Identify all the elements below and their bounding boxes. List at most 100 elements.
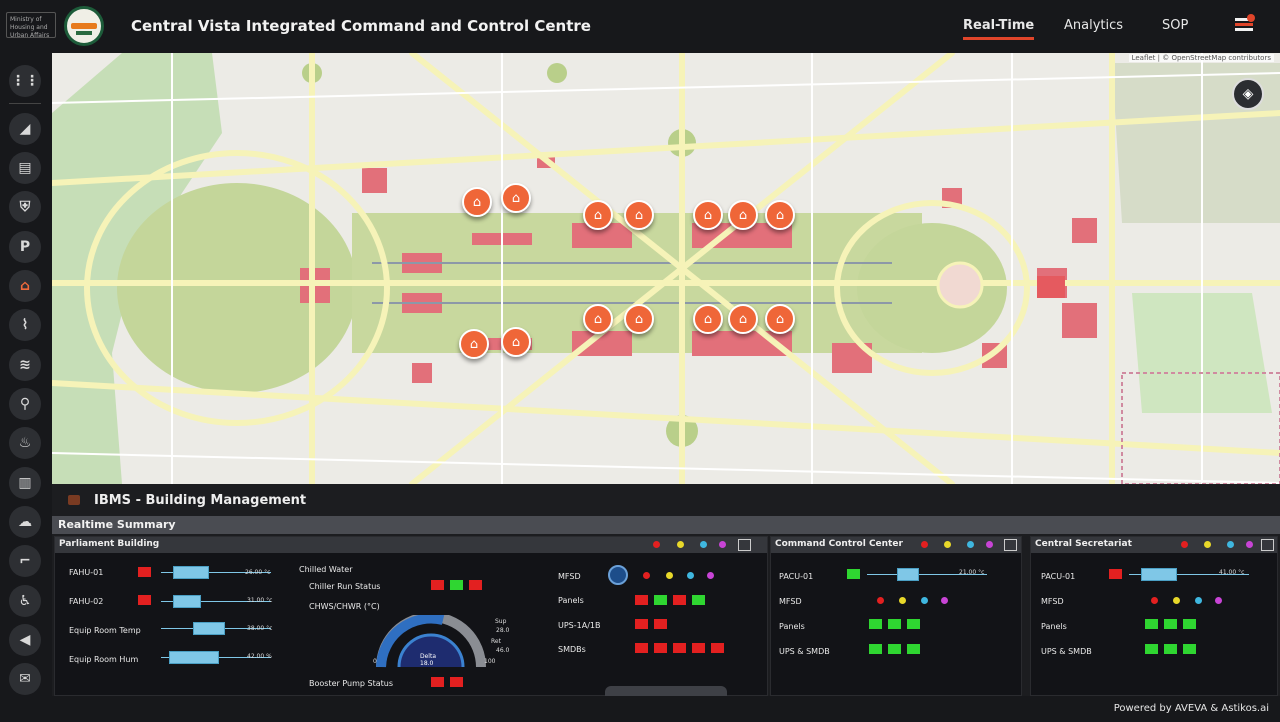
gauge-center-value: 18.0 — [420, 660, 434, 667]
booster-pump-label: Booster Pump Status — [309, 679, 393, 688]
expand-icon[interactable] — [1004, 539, 1017, 551]
building-pin[interactable]: ⌂ — [728, 304, 758, 334]
accessibility-icon[interactable]: ♿ — [9, 585, 41, 617]
lift-icon[interactable]: ⚲ — [9, 388, 41, 420]
building-pin[interactable]: ⌂ — [462, 187, 492, 217]
building-pin[interactable]: ⌂ — [583, 304, 613, 334]
ups-label: UPS & SMDB — [1041, 647, 1092, 656]
parks-icon[interactable]: ♨ — [9, 427, 41, 459]
chiller-status — [469, 580, 482, 590]
smdb-status — [673, 643, 686, 653]
nav-analytics[interactable]: Analytics — [1064, 18, 1123, 33]
building-pin[interactable]: ⌂ — [501, 183, 531, 213]
building-pin[interactable]: ⌂ — [693, 200, 723, 230]
status-dot — [967, 541, 974, 548]
app-title: Central Vista Integrated Command and Con… — [131, 17, 591, 35]
ups-status — [1183, 644, 1196, 654]
nav-realtime[interactable]: Real-Time — [963, 18, 1035, 40]
building-pin[interactable]: ⌂ — [459, 329, 489, 359]
status-dot — [677, 541, 684, 548]
status-dot — [921, 541, 928, 548]
layers-icon[interactable]: ◈ — [1232, 78, 1264, 110]
water-icon[interactable]: ⌇ — [9, 309, 41, 341]
ccc-title: Command Control Center — [771, 537, 1021, 553]
building-pin[interactable]: ⌂ — [693, 304, 723, 334]
chat-bubble-icon[interactable]: ✉ — [9, 663, 41, 695]
status-dot — [1227, 541, 1234, 548]
parliament-title: Parliament Building — [55, 537, 767, 553]
panel-status — [1183, 619, 1196, 629]
map-attribution[interactable]: Leaflet | © OpenStreetMap contributors — [1128, 54, 1274, 62]
status-dot — [877, 597, 884, 604]
announcement-megaphone-icon[interactable]: ◀ — [9, 624, 41, 656]
streetlight-icon[interactable]: ⌐ — [9, 545, 41, 577]
security-shield-icon[interactable]: ⛨ — [9, 191, 41, 223]
panel-status — [673, 595, 686, 605]
environment-icon[interactable]: ≋ — [9, 349, 41, 381]
expand-icon[interactable] — [1261, 539, 1274, 551]
building-management-icon[interactable]: ⌂ — [9, 270, 41, 302]
row-value: 26.00 °c — [245, 569, 271, 576]
panel-status — [907, 619, 920, 629]
row-label: FAHU-02 — [69, 597, 104, 606]
ccc-card: Command Control Center PACU-01 21.00 °c … — [770, 536, 1022, 696]
row-value: 31.00 °c — [247, 597, 273, 604]
row-label: Equip Room Temp — [69, 626, 141, 635]
ups-label: UPS-1A/1B — [558, 621, 601, 630]
fire-icon — [608, 565, 628, 585]
parking-icon[interactable]: P — [9, 231, 41, 263]
row-value: 38.00 °c — [247, 625, 273, 632]
building-icon — [68, 495, 80, 505]
building-pin[interactable]: ⌂ — [728, 200, 758, 230]
panel-status — [635, 595, 648, 605]
building-pin[interactable]: ⌂ — [583, 200, 613, 230]
gauge-max: 100 — [484, 658, 496, 665]
mfsd-label: MFSD — [779, 597, 802, 606]
utility-icon[interactable]: ▥ — [9, 467, 41, 499]
building-pin[interactable]: ⌂ — [624, 200, 654, 230]
building-pin[interactable]: ⌂ — [624, 304, 654, 334]
smdb-status — [654, 643, 667, 653]
building-pin[interactable]: ⌂ — [765, 304, 795, 334]
ibms-bar: IBMS - Building Management — [52, 484, 1280, 516]
row-label: FAHU-01 — [69, 568, 104, 577]
gauge-center-label: Delta — [420, 653, 437, 660]
city-map[interactable]: Leaflet | © OpenStreetMap contributors ◈… — [52, 53, 1280, 484]
cctv-camera-icon[interactable]: ◢ — [9, 113, 41, 145]
traffic-icon[interactable]: ▤ — [9, 152, 41, 184]
ups-status — [1164, 644, 1177, 654]
apps-grid-icon[interactable]: ⋮⋮ — [9, 65, 41, 97]
chiller-run-label: Chiller Run Status — [309, 582, 381, 591]
panel-status — [1164, 619, 1177, 629]
building-pin[interactable]: ⌂ — [765, 200, 795, 230]
panel-drag-handle[interactable] — [605, 686, 727, 696]
alert-icon[interactable] — [1232, 14, 1256, 36]
alarm-indicator — [1109, 569, 1122, 579]
status-dot — [719, 541, 726, 548]
cs-card: Central Secretariat PACU-01 41.00 °c MFS… — [1030, 536, 1278, 696]
ups-status — [888, 644, 901, 654]
status-dot — [1204, 541, 1211, 548]
ok-indicator — [847, 569, 860, 579]
status-dot — [1173, 597, 1180, 604]
panel-status — [654, 595, 667, 605]
status-dot — [941, 597, 948, 604]
panel-status — [888, 619, 901, 629]
panel-status — [1145, 619, 1158, 629]
weather-cloud-icon[interactable]: ☁ — [9, 506, 41, 538]
status-dot — [921, 597, 928, 604]
mfsd-label: MFSD — [558, 572, 581, 581]
gauge-ret-label: Ret — [491, 638, 501, 645]
smdb-status — [635, 643, 648, 653]
ministry-logo: Ministry of Housing and Urban Affairs — [6, 12, 56, 38]
status-dot — [1181, 541, 1188, 548]
row-label: PACU-01 — [1041, 572, 1076, 581]
building-pin[interactable]: ⌂ — [501, 327, 531, 357]
sidebar-divider — [9, 103, 41, 104]
panel-status — [692, 595, 705, 605]
row-label: PACU-01 — [779, 572, 814, 581]
expand-icon[interactable] — [738, 539, 751, 551]
status-dot — [944, 541, 951, 548]
gauge-min: 0 — [373, 658, 377, 665]
nav-sop[interactable]: SOP — [1162, 18, 1188, 33]
